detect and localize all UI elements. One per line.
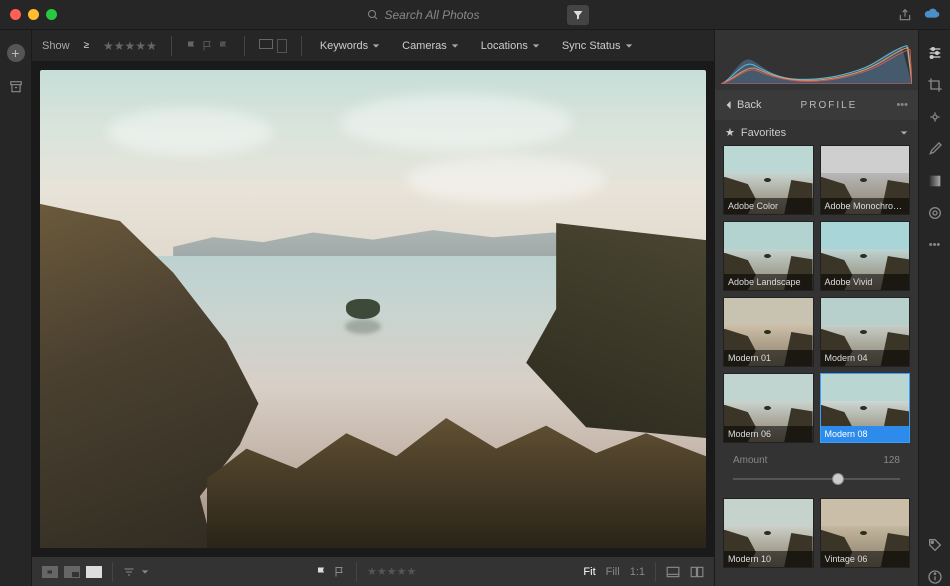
crop-icon[interactable] (926, 76, 944, 94)
rating-control[interactable]: ★★★★★ (367, 565, 416, 578)
thumb-label: Adobe Vivid (821, 274, 910, 290)
flag-rejected-icon (334, 566, 346, 578)
brush-icon[interactable] (926, 140, 944, 158)
show-label: Show (42, 40, 70, 52)
flag-toggle[interactable] (316, 566, 346, 578)
share-icon[interactable] (898, 8, 912, 22)
profile-thumb[interactable]: Modern 04 (820, 297, 911, 367)
landscape-icon (259, 39, 273, 49)
single-view[interactable] (86, 566, 102, 578)
profile-thumb[interactable]: Adobe Landscape (723, 221, 814, 291)
archive-icon[interactable] (7, 78, 25, 96)
view-mode-group (42, 566, 102, 578)
chevron-left-icon (725, 100, 733, 110)
profile-thumb[interactable]: Modern 08 (820, 373, 911, 443)
minimize-window[interactable] (28, 9, 39, 20)
search-input[interactable]: Search All Photos (367, 5, 567, 25)
sort-dropdown[interactable] (123, 566, 149, 578)
star-icon: ★ (725, 126, 735, 139)
profile-header: Back PROFILE ••• (715, 90, 918, 120)
search-icon (367, 9, 379, 21)
profile-thumb[interactable]: Vintage 06 (820, 498, 911, 568)
keywords-dropdown[interactable]: Keywords (316, 40, 384, 52)
thumb-label: Modern 04 (821, 350, 910, 366)
profile-thumb[interactable]: Modern 10 (723, 498, 814, 568)
linear-gradient-icon[interactable] (926, 172, 944, 190)
maximize-window[interactable] (46, 9, 57, 20)
search-placeholder: Search All Photos (385, 8, 480, 22)
flag-picked-icon (316, 566, 328, 578)
grid-small-view[interactable] (42, 566, 58, 578)
photo-viewport[interactable] (32, 62, 714, 556)
left-sidebar: + (0, 30, 32, 586)
thumb-label: Adobe Color (724, 198, 813, 214)
flag-rejected-icon (218, 40, 230, 52)
sort-icon (123, 566, 135, 578)
filter-button[interactable] (567, 5, 589, 25)
info-icon[interactable] (926, 568, 944, 586)
flag-filters[interactable] (186, 40, 230, 52)
locations-dropdown[interactable]: Locations (477, 40, 544, 52)
profile-thumb[interactable]: Adobe Color (723, 145, 814, 215)
flag-unflagged-icon (202, 40, 214, 52)
healing-icon[interactable] (926, 108, 944, 126)
more-tools-icon[interactable]: ••• (926, 236, 944, 254)
zoom-fill[interactable]: Fill (606, 566, 620, 578)
thumb-label: Modern 06 (724, 426, 813, 442)
rating-gte-icon[interactable]: ≥ (84, 40, 90, 51)
thumb-label: Vintage 06 (821, 551, 910, 567)
titlebar: Search All Photos (0, 0, 950, 30)
panel-title: PROFILE (769, 100, 888, 111)
bottom-toolbar: ★★★★★ Fit Fill 1:1 (32, 556, 714, 586)
cloud-sync-icon[interactable] (924, 8, 940, 22)
close-window[interactable] (10, 9, 21, 20)
cameras-dropdown[interactable]: Cameras (398, 40, 463, 52)
profile-thumb[interactable]: Adobe Monochro… (820, 145, 911, 215)
profile-panel: Back PROFILE ••• ★ Favorites Adobe Color… (714, 30, 918, 586)
rating-stars[interactable]: ★★★★★ (103, 39, 157, 53)
thumb-label: Modern 01 (724, 350, 813, 366)
profile-thumbnails: Adobe Color Adobe Monochro… Adobe Landscap… (715, 145, 918, 586)
favorites-section[interactable]: ★ Favorites (715, 120, 918, 145)
right-toolbar: ••• (918, 30, 950, 586)
more-icon[interactable]: ••• (896, 99, 908, 111)
profile-thumb[interactable]: Modern 06 (723, 373, 814, 443)
flag-picked-icon (186, 40, 198, 52)
sync-status-dropdown[interactable]: Sync Status (558, 40, 637, 52)
profile-thumb[interactable]: Modern 01 (723, 297, 814, 367)
amount-slider[interactable]: Amount 128 (723, 449, 910, 492)
radial-gradient-icon[interactable] (926, 204, 944, 222)
main-area: Show ≥ ★★★★★ Keywords Cameras Locations … (32, 30, 714, 586)
histogram[interactable] (715, 30, 918, 90)
chevron-down-icon (900, 129, 908, 137)
profile-thumb[interactable]: Adobe Vivid (820, 221, 911, 291)
thumb-label: Modern 10 (724, 551, 813, 567)
main-photo (40, 70, 706, 548)
amount-value: 128 (883, 455, 900, 466)
thumb-label: Adobe Landscape (724, 274, 813, 290)
back-button[interactable]: Back (725, 99, 761, 111)
funnel-icon (572, 9, 584, 21)
add-button[interactable]: + (7, 44, 25, 62)
thumb-label: Adobe Monochro… (821, 198, 910, 214)
keywords-icon[interactable] (926, 536, 944, 554)
orientation-filters[interactable] (259, 39, 287, 53)
zoom-fit[interactable]: Fit (583, 566, 595, 578)
zoom-1to1[interactable]: 1:1 (630, 566, 645, 578)
filter-toolbar: Show ≥ ★★★★★ Keywords Cameras Locations … (32, 30, 714, 62)
grid-large-view[interactable] (64, 566, 80, 578)
portrait-icon (277, 39, 287, 53)
thumb-label: Modern 08 (821, 426, 910, 442)
edit-sliders-icon[interactable] (926, 44, 944, 62)
filmstrip-toggle[interactable] (666, 566, 680, 578)
amount-label: Amount (733, 455, 767, 466)
compare-toggle[interactable] (690, 566, 704, 578)
